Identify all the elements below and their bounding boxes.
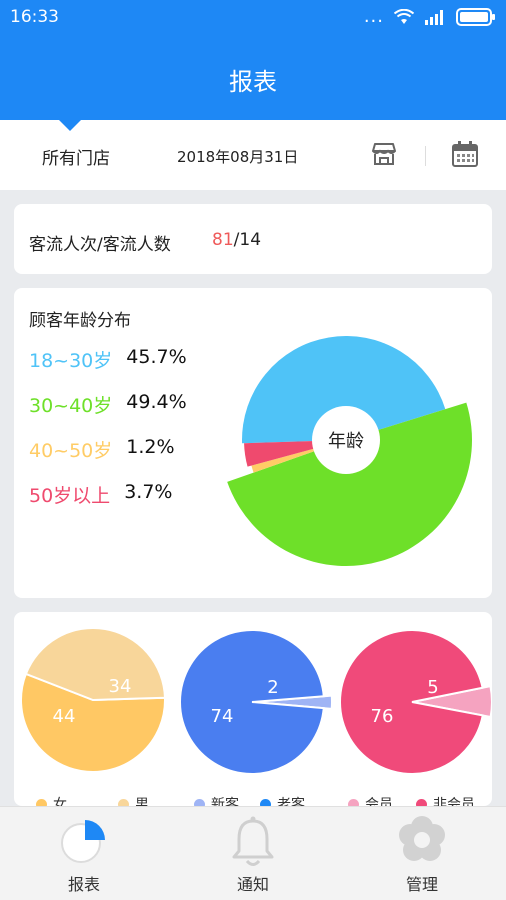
legend-dot bbox=[260, 798, 271, 806]
traffic-visits: 81 bbox=[212, 230, 234, 250]
dropdown-notch bbox=[58, 119, 82, 131]
member-member-value: 5 bbox=[427, 677, 438, 698]
legend-member: 会员 bbox=[348, 794, 393, 806]
bell-icon bbox=[232, 816, 274, 866]
legend-label: 会员 bbox=[365, 797, 393, 806]
age-row: 18~30岁 45.7% bbox=[29, 346, 187, 373]
age-pct: 3.7% bbox=[124, 481, 173, 503]
signal-icon bbox=[425, 10, 443, 25]
filter-bar: 所有门店 2018年08月31日 bbox=[0, 119, 506, 190]
report-tab-icon bbox=[61, 820, 105, 863]
tab-manage[interactable]: 管理 bbox=[338, 807, 506, 900]
traffic-people: 14 bbox=[239, 230, 262, 250]
traffic-values: 81/14 bbox=[212, 230, 261, 250]
age-card: 顾客年龄分布 18~30岁 45.7% 30~40岁 49.4% 40~50岁 … bbox=[14, 288, 492, 598]
legend-dot bbox=[416, 798, 427, 806]
store-icon[interactable] bbox=[370, 141, 398, 167]
tab-label: 报表 bbox=[67, 875, 100, 894]
age-range: 30~40岁 bbox=[29, 395, 113, 417]
bottom-tab-bar: 报表 通知 管理 bbox=[0, 806, 506, 900]
legend-old: 老客 bbox=[260, 794, 305, 806]
more-dots-icon: ... bbox=[363, 6, 384, 27]
age-range: 40~50岁 bbox=[29, 440, 113, 462]
age-pct: 1.2% bbox=[126, 436, 175, 458]
age-row: 40~50岁 1.2% bbox=[29, 436, 175, 463]
customer-new-value: 2 bbox=[267, 677, 278, 698]
age-row: 30~40岁 49.4% bbox=[29, 391, 187, 418]
status-time: 16:33 bbox=[10, 7, 59, 27]
traffic-card: 客流人次/客流人数 81/14 bbox=[14, 204, 492, 274]
age-pie-chart: 年龄 bbox=[227, 336, 472, 566]
tab-report[interactable]: 报表 bbox=[0, 807, 168, 900]
date-display[interactable]: 2018年08月31日 bbox=[177, 146, 298, 167]
legend-dot bbox=[194, 798, 205, 806]
status-icons: ... bbox=[364, 8, 496, 26]
legend-male: 男 bbox=[118, 794, 149, 806]
customer-old-value: 74 bbox=[211, 706, 234, 727]
legend-dot bbox=[118, 798, 129, 806]
age-row: 50岁以上 3.7% bbox=[29, 481, 172, 508]
flower-settings-icon bbox=[399, 816, 445, 861]
age-center-label: 年龄 bbox=[328, 431, 364, 452]
legend-label: 女 bbox=[53, 797, 67, 806]
gender-female-value: 44 bbox=[53, 706, 76, 727]
member-nonmember-value: 76 bbox=[371, 706, 394, 727]
gender-pie-chart: 44 34 bbox=[20, 627, 166, 773]
page-title: 报表 bbox=[229, 68, 277, 96]
legend-dot bbox=[36, 798, 47, 806]
legend-female: 女 bbox=[36, 794, 67, 806]
store-selector[interactable]: 所有门店 bbox=[42, 144, 110, 169]
legend-dot bbox=[348, 798, 359, 806]
legend-new: 新客 bbox=[194, 794, 239, 806]
traffic-label: 客流人次/客流人数 bbox=[29, 235, 171, 255]
member-pie-chart: 76 5 bbox=[339, 629, 492, 775]
customer-pie-chart: 74 2 bbox=[179, 629, 333, 775]
mini-pies-card: 44 34 74 2 76 5 女 男 新客 老客 会员 非会员 bbox=[14, 612, 492, 806]
toolbar-divider bbox=[425, 146, 426, 166]
calendar-icon[interactable] bbox=[451, 140, 479, 168]
tab-label: 管理 bbox=[405, 875, 438, 894]
legend-nonmember: 非会员 bbox=[416, 794, 475, 806]
legend-label: 老客 bbox=[277, 797, 305, 806]
age-range: 50岁以上 bbox=[29, 485, 111, 507]
wifi-icon bbox=[394, 9, 414, 24]
age-pct: 45.7% bbox=[126, 346, 187, 368]
age-title: 顾客年龄分布 bbox=[29, 311, 131, 331]
tab-label: 通知 bbox=[236, 875, 269, 894]
age-range: 18~30岁 bbox=[29, 350, 113, 372]
status-bar: 16:33 ... bbox=[0, 0, 506, 36]
age-pct: 49.4% bbox=[126, 391, 187, 413]
gender-male-value: 34 bbox=[109, 676, 132, 697]
app-bar: 报表 bbox=[0, 36, 506, 120]
tab-notify[interactable]: 通知 bbox=[169, 807, 337, 900]
legend-label: 男 bbox=[135, 797, 149, 806]
legend-label: 非会员 bbox=[433, 797, 475, 806]
battery-icon bbox=[456, 8, 495, 26]
legend-label: 新客 bbox=[211, 797, 239, 806]
